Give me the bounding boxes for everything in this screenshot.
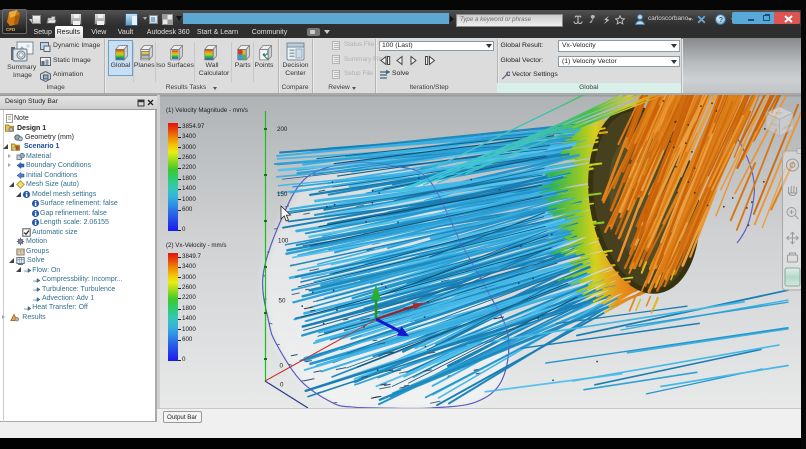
svg-text:0: 0 xyxy=(280,382,284,389)
svg-text:TOP: TOP xyxy=(775,111,783,115)
svg-text:50: 50 xyxy=(279,298,286,305)
svg-text:100: 100 xyxy=(278,238,289,245)
svg-text:0: 0 xyxy=(280,363,284,370)
svg-text:150: 150 xyxy=(277,191,288,198)
svg-text:200: 200 xyxy=(277,126,288,133)
